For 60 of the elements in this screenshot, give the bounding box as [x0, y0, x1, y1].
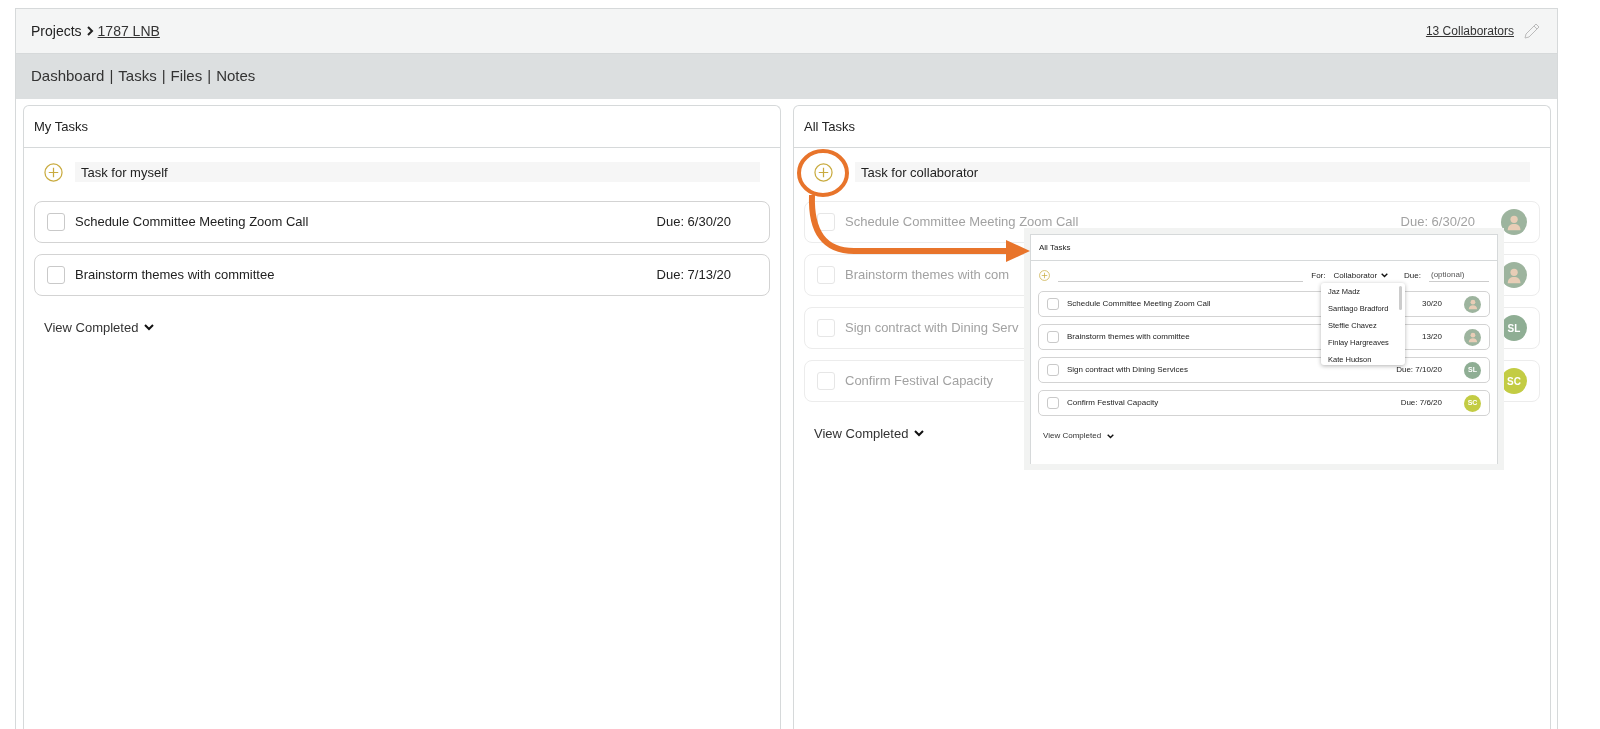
- add-icon[interactable]: [814, 162, 833, 182]
- chevron-icon: [85, 26, 94, 36]
- chevron-down-icon: [1381, 273, 1389, 278]
- for-label: For:: [1311, 269, 1326, 282]
- panel-title: All Tasks: [1031, 235, 1497, 261]
- breadcrumb-root[interactable]: Projects: [31, 20, 82, 42]
- nav-link[interactable]: Files: [170, 65, 203, 88]
- checkbox[interactable]: [1047, 364, 1059, 376]
- due-date: Due: 6/30/20: [656, 213, 731, 232]
- due-date: Due: 7/13/20: [656, 266, 731, 285]
- panel-title: All Tasks: [794, 106, 1550, 148]
- checkbox[interactable]: [817, 213, 835, 231]
- nav-link[interactable]: Notes: [216, 65, 256, 88]
- chevron-down-icon: [144, 324, 155, 332]
- nav-separator: |: [207, 66, 212, 87]
- view-completed-link[interactable]: View Completed: [24, 296, 175, 360]
- due-label: Due:: [1404, 269, 1421, 282]
- nav-separator: |: [161, 66, 166, 87]
- task-title: Schedule Committee Meeting Zoom Call: [845, 213, 1079, 232]
- chevron-down-icon: [914, 430, 925, 438]
- checkbox[interactable]: [1047, 298, 1059, 310]
- task-title: Sign contract with Dining Services: [1067, 364, 1188, 376]
- collaborators-link[interactable]: 13 Collaborators: [1425, 22, 1514, 40]
- due-field[interactable]: (optional): [1429, 269, 1489, 282]
- scrollbar-thumb[interactable]: [1399, 286, 1402, 310]
- collaborator-dropdown[interactable]: Collaborator: [1333, 269, 1389, 282]
- checkbox[interactable]: [47, 266, 65, 284]
- add-icon[interactable]: [1039, 270, 1050, 281]
- task-title: Brainstorm themes with committee: [1067, 331, 1190, 343]
- pencil-icon[interactable]: [1522, 21, 1542, 41]
- task-title: Schedule Committee Meeting Zoom Call: [1067, 298, 1211, 310]
- checkbox[interactable]: [817, 319, 835, 337]
- checkbox[interactable]: [817, 266, 835, 284]
- task-input[interactable]: Task for collaborator: [855, 162, 1530, 182]
- due-date: Due: 7/6/20: [1400, 397, 1442, 409]
- view-completed-link[interactable]: View Completed: [1031, 416, 1127, 456]
- view-completed-link[interactable]: View Completed: [794, 402, 945, 466]
- checkbox[interactable]: [47, 213, 65, 231]
- due-date: 30/20: [1421, 298, 1442, 310]
- task-title: Brainstorm themes with committee: [75, 266, 275, 285]
- due-date: Due: 7/10/20: [1396, 364, 1442, 376]
- callout-circle: [797, 149, 849, 197]
- task-title: Schedule Committee Meeting Zoom Call: [75, 213, 309, 232]
- task-title: Confirm Festival Capacity: [1067, 397, 1159, 409]
- nav-link[interactable]: Dashboard: [31, 65, 105, 88]
- checkbox[interactable]: [1047, 397, 1059, 409]
- task-input[interactable]: Task for myself: [75, 162, 760, 182]
- nav-separator: |: [109, 66, 114, 87]
- chevron-down-icon: [1107, 433, 1115, 439]
- nav-link[interactable]: Tasks: [118, 65, 157, 88]
- checkbox[interactable]: [817, 372, 835, 390]
- add-icon[interactable]: [44, 162, 63, 182]
- panel-title: My Tasks: [24, 106, 780, 148]
- due-date: Due: 6/30/20: [1400, 213, 1475, 232]
- task-title: Sign contract with Dining Serv: [845, 319, 1019, 338]
- task-title: Brainstorm themes with com: [845, 266, 1009, 285]
- checkbox[interactable]: [1047, 331, 1059, 343]
- due-date: 13/20: [1421, 331, 1442, 343]
- project-link[interactable]: 1787 LNB: [97, 20, 160, 42]
- task-title: Confirm Festival Capacity: [845, 372, 994, 391]
